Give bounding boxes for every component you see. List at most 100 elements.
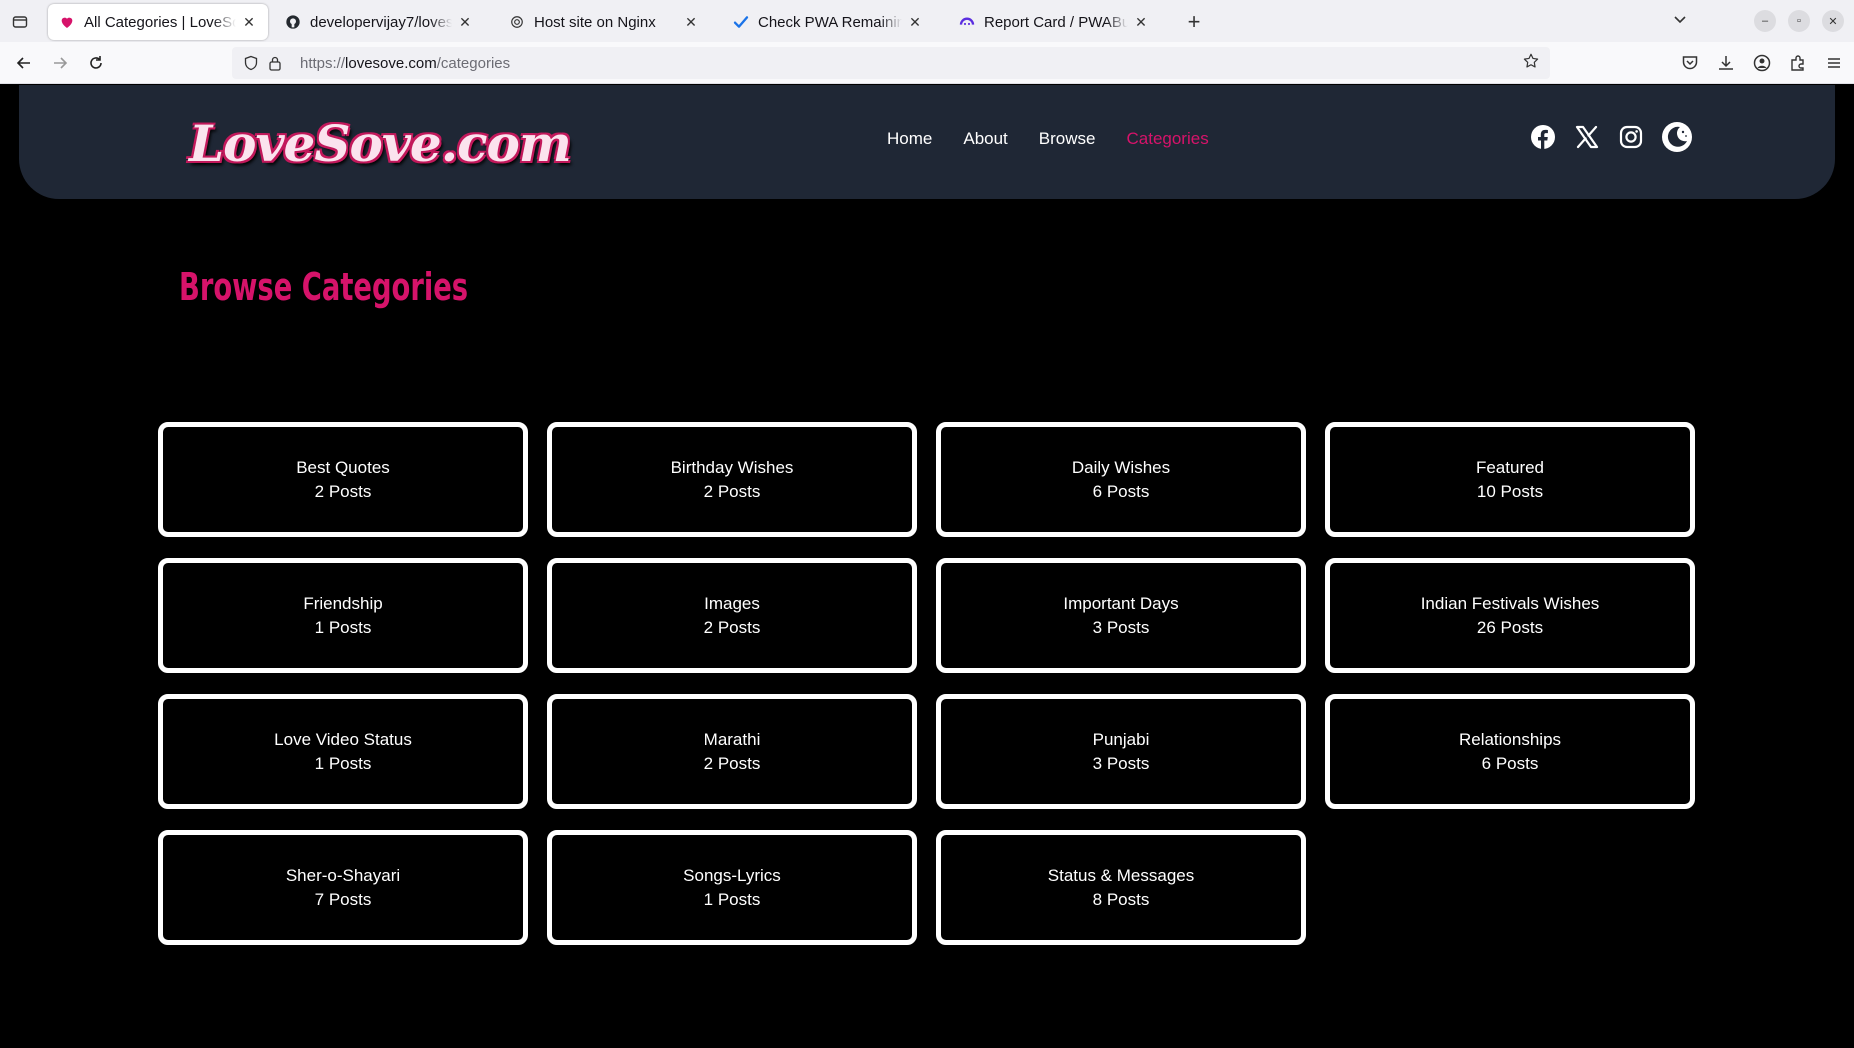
nav-about[interactable]: About [963, 129, 1007, 149]
category-count: 8 Posts [1092, 889, 1150, 909]
tab-github[interactable]: developervijay7/lovesove ✕ [274, 4, 484, 40]
close-icon[interactable]: ✕ [1132, 13, 1150, 31]
category-name: Daily Wishes [1071, 457, 1171, 477]
heart-icon [58, 13, 76, 31]
site-logo[interactable]: LoveSove.com [179, 103, 572, 183]
x-icon[interactable] [1573, 123, 1601, 151]
bookmark-star-icon[interactable] [1522, 52, 1540, 75]
lock-icon[interactable] [264, 52, 286, 74]
category-card[interactable]: Relationships 6 Posts [1325, 694, 1695, 809]
tab-list-icon[interactable] [8, 10, 32, 34]
category-name: Best Quotes [296, 457, 390, 477]
restore-icon[interactable]: ▫ [1788, 10, 1810, 32]
url-protocol: https:// [300, 54, 346, 72]
category-count: 6 Posts [1092, 481, 1150, 501]
tab-pwabuilder[interactable]: Report Card / PWABuilder ✕ [948, 4, 1160, 40]
tab-nginx[interactable]: Host site on Nginx ✕ [498, 4, 710, 40]
category-card[interactable]: Images 2 Posts [547, 558, 917, 673]
close-icon[interactable]: ✕ [682, 13, 700, 31]
minimize-icon[interactable]: – [1754, 10, 1776, 32]
category-name: Songs-Lyrics [683, 865, 781, 885]
category-count: 2 Posts [703, 753, 761, 773]
category-count: 26 Posts [1476, 617, 1544, 637]
category-name: Indian Festivals Wishes [1420, 593, 1600, 613]
category-name: Love Video Status [274, 729, 412, 749]
close-icon[interactable]: ✕ [240, 13, 258, 31]
category-card[interactable]: Best Quotes 2 Posts [158, 422, 528, 537]
menu-icon[interactable] [1822, 51, 1846, 75]
facebook-icon[interactable] [1529, 123, 1557, 151]
account-icon[interactable] [1750, 51, 1774, 75]
tab-title: Report Card / PWABuilder [984, 13, 1128, 31]
moon-icon[interactable] [1661, 121, 1693, 153]
category-card[interactable]: Marathi 2 Posts [547, 694, 917, 809]
tab-pwa-tasks[interactable]: Check PWA Remaining Tasks ✕ [722, 4, 934, 40]
category-count: 2 Posts [703, 617, 761, 637]
tab-lovesove[interactable]: All Categories | LoveSove.com ✕ [48, 4, 268, 40]
category-count: 2 Posts [703, 481, 761, 501]
back-icon[interactable] [12, 51, 36, 75]
category-name: Punjabi [1092, 729, 1150, 749]
category-name: Sher-o-Shayari [285, 865, 401, 885]
download-icon[interactable] [1714, 51, 1738, 75]
category-card[interactable]: Indian Festivals Wishes 26 Posts [1325, 558, 1695, 673]
close-window-icon[interactable]: ✕ [1822, 10, 1844, 32]
pocket-icon[interactable] [1678, 51, 1702, 75]
social-links [1529, 121, 1709, 153]
nav-categories[interactable]: Categories [1126, 129, 1208, 149]
category-count: 1 Posts [314, 617, 372, 637]
shield-icon[interactable] [240, 52, 262, 74]
url-host: lovesove.com [345, 54, 437, 72]
category-name: Friendship [303, 593, 383, 613]
nav-browse[interactable]: Browse [1039, 129, 1096, 149]
browser-tab-bar: All Categories | LoveSove.com ✕ develope… [0, 0, 1854, 42]
category-card[interactable]: Sher-o-Shayari 7 Posts [158, 830, 528, 945]
category-card[interactable]: Important Days 3 Posts [936, 558, 1306, 673]
page-title: Browse Categories [179, 265, 469, 309]
pwabuilder-icon [958, 13, 976, 31]
category-count: 1 Posts [314, 753, 372, 773]
github-icon [284, 13, 302, 31]
extensions-icon[interactable] [1786, 51, 1810, 75]
close-icon[interactable]: ✕ [906, 13, 924, 31]
reload-icon[interactable] [84, 51, 108, 75]
category-name: Marathi [703, 729, 761, 749]
new-tab-button[interactable]: + [1180, 8, 1208, 36]
chevron-down-icon[interactable] [1672, 11, 1688, 32]
category-card[interactable]: Punjabi 3 Posts [936, 694, 1306, 809]
tab-title: Host site on Nginx [534, 13, 656, 31]
browser-nav-bar: https://lovesove.com/categories [0, 42, 1854, 84]
category-count: 2 Posts [314, 481, 372, 501]
category-card[interactable]: Status & Messages 8 Posts [936, 830, 1306, 945]
url-text: https://lovesove.com/categories [300, 55, 510, 72]
check-icon [732, 13, 750, 31]
category-card[interactable]: Featured 10 Posts [1325, 422, 1695, 537]
url-path: /categories [436, 54, 511, 72]
tab-title: Check PWA Remaining Tasks [758, 13, 902, 31]
site-header: LoveSove.com Home About Browse Categorie… [19, 85, 1835, 199]
category-card[interactable]: Love Video Status 1 Posts [158, 694, 528, 809]
category-name: Featured [1475, 457, 1545, 477]
nav-home[interactable]: Home [887, 129, 932, 149]
category-card[interactable]: Friendship 1 Posts [158, 558, 528, 673]
category-count: 3 Posts [1092, 617, 1150, 637]
category-card[interactable]: Birthday Wishes 2 Posts [547, 422, 917, 537]
category-name: Important Days [1063, 593, 1179, 613]
category-count: 7 Posts [314, 889, 372, 909]
forward-icon[interactable] [48, 51, 72, 75]
close-icon[interactable]: ✕ [456, 13, 474, 31]
category-count: 6 Posts [1481, 753, 1539, 773]
category-grid: Best Quotes 2 Posts Birthday Wishes 2 Post… [158, 422, 1696, 945]
category-card[interactable]: Daily Wishes 6 Posts [936, 422, 1306, 537]
category-name: Images [704, 593, 760, 613]
logo-text: LoveSove.com [189, 113, 572, 173]
instagram-icon[interactable] [1617, 123, 1645, 151]
category-count: 1 Posts [703, 889, 761, 909]
category-name: Birthday Wishes [670, 457, 794, 477]
tab-title: All Categories | LoveSove.com [84, 13, 236, 31]
address-bar[interactable]: https://lovesove.com/categories [232, 47, 1550, 79]
category-count: 10 Posts [1476, 481, 1544, 501]
page-content: LoveSove.com Home About Browse Categorie… [0, 85, 1854, 1048]
category-card[interactable]: Songs-Lyrics 1 Posts [547, 830, 917, 945]
category-count: 3 Posts [1092, 753, 1150, 773]
